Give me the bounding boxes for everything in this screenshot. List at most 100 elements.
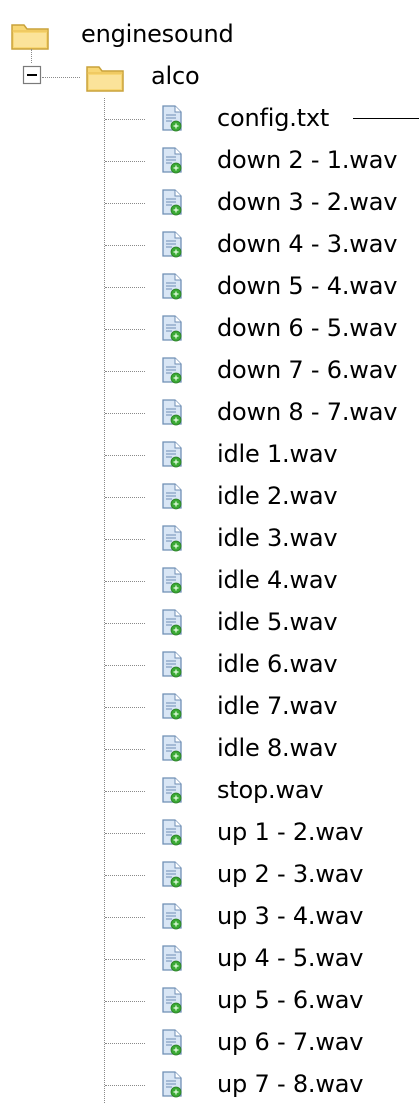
tree-node-label: down 8 - 7.wav: [217, 398, 398, 426]
audio-file-icon: [162, 315, 182, 342]
audio-file-icon: [162, 651, 182, 678]
tree-node-label: enginesound: [81, 20, 234, 48]
tree-node-file[interactable]: down 5 - 4.wav: [0, 266, 419, 308]
tree-connector: [105, 749, 145, 750]
tree-node-file[interactable]: up 1 - 2.wav: [0, 812, 419, 854]
audio-file-icon: [162, 693, 182, 720]
tree-connector: [105, 455, 145, 456]
audio-file-icon: [162, 273, 182, 300]
tree-node-label: up 4 - 5.wav: [217, 944, 364, 972]
audio-file-icon: [162, 525, 182, 552]
tree-node-file[interactable]: up 5 - 6.wav: [0, 980, 419, 1022]
tree-connector: [105, 875, 145, 876]
tree-node-file[interactable]: down 2 - 1.wav: [0, 140, 419, 182]
tree-node-label: config.txt: [217, 104, 330, 132]
audio-file-icon: [162, 987, 182, 1014]
folder-icon: [11, 24, 49, 50]
tree-node-label: idle 2.wav: [217, 482, 338, 510]
tree-connector: [105, 791, 145, 792]
tree-node-file[interactable]: up 2 - 3.wav: [0, 854, 419, 896]
tree-node-file[interactable]: idle 5.wav: [0, 602, 419, 644]
audio-file-icon: [162, 609, 182, 636]
tree-connector: [105, 707, 145, 708]
tree-node-label: idle 7.wav: [217, 692, 338, 720]
text-file-icon: [162, 105, 182, 132]
tree-connector: [105, 833, 145, 834]
audio-file-icon: [162, 945, 182, 972]
audio-file-icon: [162, 819, 182, 846]
tree-node-file[interactable]: down 3 - 2.wav: [0, 182, 419, 224]
tree-node-file[interactable]: idle 2.wav: [0, 476, 419, 518]
tree-connector: [105, 371, 145, 372]
tree-node-root[interactable]: enginesound: [0, 14, 300, 56]
tree-node-file[interactable]: idle 1.wav: [0, 434, 419, 476]
tree-node-file[interactable]: idle 7.wav: [0, 686, 419, 728]
tree-connector: [105, 497, 145, 498]
tree-connector: [105, 581, 145, 582]
audio-file-icon: [162, 399, 182, 426]
audio-file-icon: [162, 357, 182, 384]
audio-file-icon: [162, 861, 182, 888]
tree-node-file[interactable]: idle 8.wav: [0, 728, 419, 770]
tree-node-file[interactable]: down 7 - 6.wav: [0, 350, 419, 392]
tree-node-file[interactable]: up 4 - 5.wav: [0, 938, 419, 980]
tree-node-file[interactable]: up 7 - 8.wav: [0, 1064, 419, 1106]
tree-node-file[interactable]: down 6 - 5.wav: [0, 308, 419, 350]
tree-connector: [105, 119, 145, 120]
tree-node-label: idle 1.wav: [217, 440, 338, 468]
tree-connector: [105, 959, 145, 960]
tree-node-label: alco: [151, 62, 200, 90]
tree-connector: [105, 1085, 145, 1086]
audio-file-icon: [162, 735, 182, 762]
audio-file-icon: [162, 231, 182, 258]
tree-node-label: down 4 - 3.wav: [217, 230, 398, 258]
tree-node-label: idle 5.wav: [217, 608, 338, 636]
tree-node-label: up 6 - 7.wav: [217, 1028, 364, 1056]
tree-node-label: up 3 - 4.wav: [217, 902, 364, 930]
audio-file-icon: [162, 567, 182, 594]
tree-connector: [105, 161, 145, 162]
tree-node-file[interactable]: idle 6.wav: [0, 644, 419, 686]
tree-connector: [105, 329, 145, 330]
tree-node-label: up 1 - 2.wav: [217, 818, 364, 846]
tree-connector: [105, 665, 145, 666]
tree-node-label: idle 8.wav: [217, 734, 338, 762]
tree-node-file[interactable]: up 3 - 4.wav: [0, 896, 419, 938]
tree-node-label: up 7 - 8.wav: [217, 1070, 364, 1098]
tree-node-file[interactable]: down 4 - 3.wav: [0, 224, 419, 266]
audio-file-icon: [162, 903, 182, 930]
tree-node-file[interactable]: down 8 - 7.wav: [0, 392, 419, 434]
tree-node-file[interactable]: idle 4.wav: [0, 560, 419, 602]
tree-node-label: down 7 - 6.wav: [217, 356, 398, 384]
tree-node-label: idle 3.wav: [217, 524, 338, 552]
folder-icon: [86, 66, 124, 92]
tree-node-file[interactable]: stop.wav: [0, 770, 419, 812]
tree-connector: [105, 917, 145, 918]
tree-node-label: down 2 - 1.wav: [217, 146, 398, 174]
tree-connector: [105, 413, 145, 414]
audio-file-icon: [162, 147, 182, 174]
tree-node-label: stop.wav: [217, 776, 324, 804]
tree-node-label: down 6 - 5.wav: [217, 314, 398, 342]
tree-connector: [105, 1043, 145, 1044]
audio-file-icon: [162, 1029, 182, 1056]
file-tree: enginesound alco config.txt down 2 - 1.wa…: [0, 0, 419, 1115]
tree-connector: [42, 77, 80, 78]
tree-connector: [105, 1001, 145, 1002]
audio-file-icon: [162, 441, 182, 468]
audio-file-icon: [162, 189, 182, 216]
tree-connector: [105, 623, 145, 624]
audio-file-icon: [162, 1071, 182, 1098]
tree-node-label: idle 6.wav: [217, 650, 338, 678]
tree-node-label: up 5 - 6.wav: [217, 986, 364, 1014]
tree-node-alco[interactable]: alco: [0, 56, 300, 98]
tree-connector: [105, 539, 145, 540]
tree-node-file[interactable]: idle 3.wav: [0, 518, 419, 560]
tree-node-label: down 3 - 2.wav: [217, 188, 398, 216]
collapse-minus-icon[interactable]: [22, 65, 42, 85]
tree-node-file[interactable]: config.txt: [0, 98, 419, 140]
tree-connector: [105, 245, 145, 246]
tree-node-file[interactable]: up 6 - 7.wav: [0, 1022, 419, 1064]
tree-connector: [105, 203, 145, 204]
audio-file-icon: [162, 777, 182, 804]
